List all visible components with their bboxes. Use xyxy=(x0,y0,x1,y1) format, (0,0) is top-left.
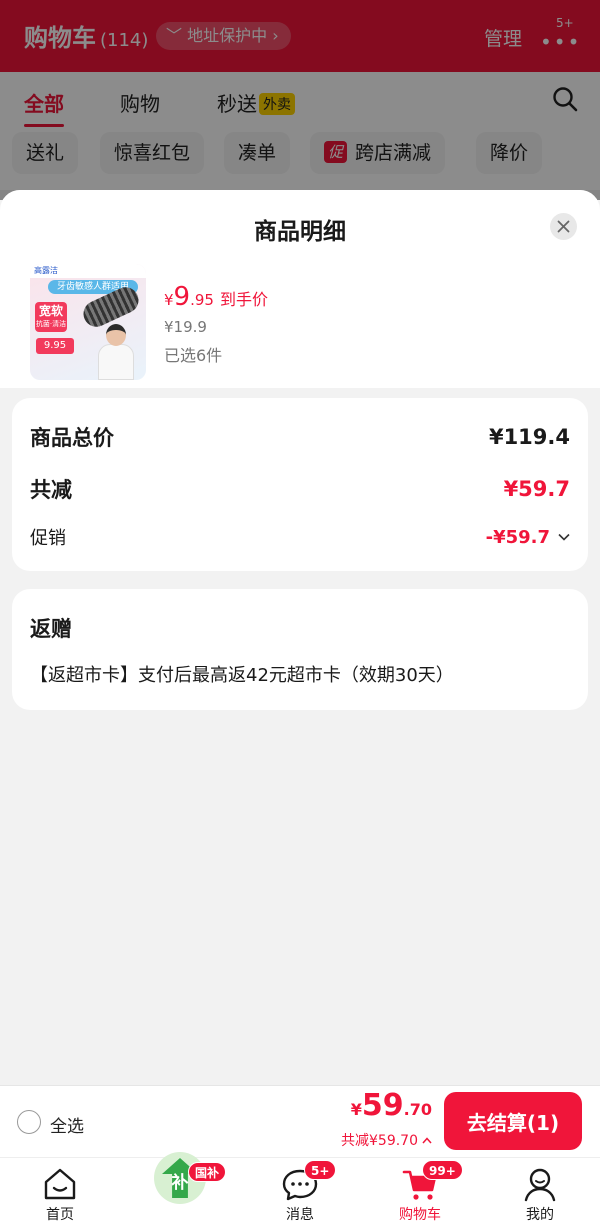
tab-cart[interactable]: 99+ 购物车 xyxy=(360,1158,480,1230)
select-all-checkbox[interactable] xyxy=(17,1110,41,1134)
chevron-down-icon xyxy=(558,533,570,541)
checkout-bar: 全选 ¥59.70 共减¥59.70 去结算(1) xyxy=(0,1085,600,1157)
sheet-header: 商品明细 高露洁 牙齿敏感人群适用 宽软 抗菌·清洁 9.95 ¥9.95 到手价 … xyxy=(0,190,600,388)
total-currency: ¥ xyxy=(350,1100,362,1119)
gift-card: 返赠 【返超市卡】支付后最高返42元超市卡（效期30天） xyxy=(12,589,588,710)
bottom-tab-bar: 首页 补 国补 5+ 消息 99+ 购物车 我的 xyxy=(0,1152,600,1230)
saved-amount[interactable]: 共减¥59.70 xyxy=(341,1130,432,1150)
total-value: ¥119.4 xyxy=(488,425,570,449)
tab-cart-label: 购物车 xyxy=(399,1207,441,1223)
total-label: 商品总价 xyxy=(30,426,114,450)
saved-label: 共减¥59.70 xyxy=(341,1133,418,1149)
tab-mine-label: 我的 xyxy=(526,1207,554,1223)
discount-value: ¥59.7 xyxy=(503,477,570,501)
tab-subsidy[interactable]: 补 国补 xyxy=(120,1152,240,1230)
subsidy-badge: 国补 xyxy=(188,1162,227,1182)
product-thumbnail[interactable]: 高露洁 牙齿敏感人群适用 宽软 抗菌·清洁 9.95 xyxy=(30,264,146,380)
total-row: 商品总价 ¥119.4 xyxy=(30,422,570,452)
final-price: ¥9.95 到手价 xyxy=(164,282,268,312)
close-button[interactable] xyxy=(550,213,577,240)
final-price-dec: .95 xyxy=(190,291,214,309)
thumb-soft-line2: 抗菌·清洁 xyxy=(35,320,67,328)
selected-quantity: 已选6件 xyxy=(164,346,223,365)
tab-mine[interactable]: 我的 xyxy=(480,1158,600,1230)
thumb-soft-line1: 宽软 xyxy=(38,304,63,318)
thumb-brand: 高露洁 xyxy=(30,264,146,278)
final-price-int: 9 xyxy=(173,282,191,312)
checkout-button[interactable]: 去结算(1) xyxy=(444,1092,582,1150)
thumb-price: 9.95 xyxy=(36,338,74,354)
price-summary-card: 商品总价 ¥119.4 共减 ¥59.7 促销 -¥59.7 xyxy=(12,398,588,571)
product-info: ¥9.95 到手价 ¥19.9 已选6件 xyxy=(164,282,268,366)
final-price-currency: ¥ xyxy=(164,291,174,309)
tab-messages[interactable]: 5+ 消息 xyxy=(240,1158,360,1230)
thumb-soft-tag: 宽软抗菌·清洁 xyxy=(35,302,67,332)
checkout-total: ¥59.70 xyxy=(351,1088,432,1123)
original-price: ¥19.9 xyxy=(164,318,207,336)
gift-title: 返赠 xyxy=(30,617,72,641)
home-icon xyxy=(44,1168,76,1200)
sheet-title: 商品明细 xyxy=(254,219,346,245)
profile-icon xyxy=(524,1168,556,1202)
spokesperson-image xyxy=(96,324,136,380)
cart-badge: 99+ xyxy=(422,1160,463,1180)
close-icon xyxy=(557,220,570,233)
promo-value: -¥59.7 xyxy=(485,526,550,548)
discount-row: 共减 ¥59.7 xyxy=(30,474,570,504)
tab-messages-label: 消息 xyxy=(286,1207,314,1223)
discount-label: 共减 xyxy=(30,478,72,502)
total-dec: .70 xyxy=(403,1100,432,1119)
tab-home[interactable]: 首页 xyxy=(0,1158,120,1230)
select-all-label[interactable]: 全选 xyxy=(50,1112,84,1137)
modal-overlay[interactable] xyxy=(0,0,600,200)
chevron-up-icon xyxy=(422,1136,432,1143)
tab-home-label: 首页 xyxy=(46,1207,74,1223)
product-detail-sheet: 商品明细 高露洁 牙齿敏感人群适用 宽软 抗菌·清洁 9.95 ¥9.95 到手价 … xyxy=(0,190,600,1085)
gift-description: 【返超市卡】支付后最高返42元超市卡（效期30天） xyxy=(30,665,454,686)
messages-badge: 5+ xyxy=(304,1160,337,1180)
promo-label: 促销 xyxy=(30,528,66,549)
total-int: 59 xyxy=(361,1088,404,1123)
promo-row[interactable]: 促销 -¥59.7 xyxy=(30,524,570,550)
final-price-label: 到手价 xyxy=(219,290,268,309)
